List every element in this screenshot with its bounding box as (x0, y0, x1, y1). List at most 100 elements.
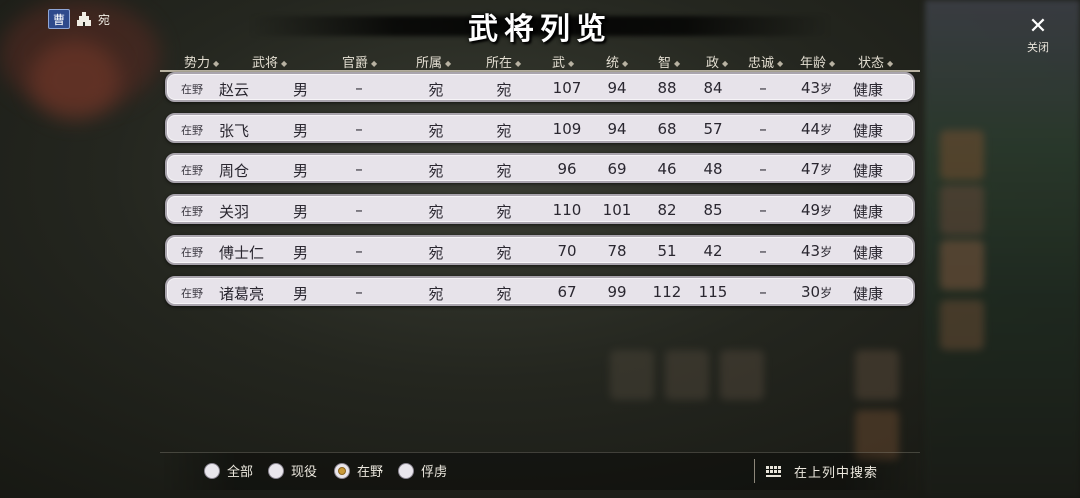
cell-intel: 68 (657, 119, 677, 138)
sort-icon: ◆ (213, 59, 220, 68)
table-header: 势力 ◆ 武将 ◆ 官爵 ◆ 所属 ◆ 所在 ◆ 武 ◆ 统 ◆ 智 ◆ 政 ◆ 忠诚 ◆ 年龄 ◆ 状态 ◆ (160, 50, 920, 72)
filter-option-2[interactable]: 在野 (334, 461, 383, 480)
column-header-force[interactable]: 势力 ◆ (184, 52, 219, 71)
cell-gender: 男 (293, 121, 309, 140)
column-header-rank[interactable]: 官爵 ◆ (342, 52, 377, 71)
cell-belong: 宛 (428, 203, 444, 222)
column-header-belong[interactable]: 所属 ◆ (416, 52, 451, 71)
cell-lead: 99 (607, 282, 627, 301)
officer-table: 势力 ◆ 武将 ◆ 官爵 ◆ 所属 ◆ 所在 ◆ 武 ◆ 统 ◆ 智 ◆ 政 ◆ 忠诚 ◆ 年龄 ◆ 状态 ◆ 在野 赵云男 – 宛… (160, 46, 920, 451)
cell-rank: – (355, 160, 363, 179)
cell-intel: 51 (657, 241, 677, 260)
cell-rank: – (355, 119, 363, 138)
column-header-state[interactable]: 状态 ◆ (858, 52, 893, 71)
bg-portrait (940, 130, 984, 180)
table-row[interactable]: 在野 关羽 男 – 宛 宛 110 101 82 85 – 健康 49岁 (165, 194, 915, 225)
cell-name: 周仓 (219, 162, 250, 181)
radio-icon[interactable] (204, 462, 220, 479)
column-header-name[interactable]: 武将 ◆ (252, 52, 287, 71)
cell-location: 宛 (496, 162, 512, 181)
cell-lead: 94 (607, 79, 627, 97)
filter-label: 在野 (357, 465, 384, 480)
cell-loyalty: – (759, 282, 767, 301)
table-row[interactable]: 在野 赵云 男 – 宛 宛 107 94 88 84 – 健康 43岁 (165, 72, 915, 102)
sort-icon: ◆ (722, 59, 729, 68)
filter-label: 俘虏 (421, 465, 448, 480)
table-row[interactable]: 在野 周仓 男 – 宛 宛 96 69 46 48 – 健康 47岁 (165, 153, 915, 184)
cell-state: 健康 (853, 121, 884, 140)
column-header-loyalty[interactable]: 忠诚 ◆ (748, 52, 783, 71)
cell-intel: 82 (657, 201, 677, 220)
cell-location: 宛 (496, 243, 512, 262)
sort-icon: ◆ (622, 59, 629, 68)
filter-option-3[interactable]: 俘虏 (398, 461, 447, 480)
cell-pol: 42 (703, 241, 723, 260)
close-label: 关闭 (1027, 41, 1049, 54)
filter-bar: 在上列中搜索 全部 现役 在野 俘虏 (160, 452, 920, 490)
column-header-label: 智 (658, 56, 672, 71)
sort-icon: ◆ (515, 59, 522, 68)
cell-war: 70 (557, 241, 577, 260)
table-row[interactable]: 在野 诸葛亮 男 – 宛 宛 67 99 112 115 – 健康 30岁 (165, 275, 915, 306)
bg-portrait (940, 240, 984, 290)
column-header-label: 官爵 (342, 56, 369, 71)
age-value: 43 (801, 241, 821, 260)
cell-name: 张飞 (219, 121, 250, 140)
radio-icon[interactable] (268, 462, 284, 479)
age-unit: 岁 (820, 163, 833, 178)
column-header-pol[interactable]: 政 ◆ (706, 52, 728, 71)
cell-gender: 男 (293, 81, 309, 99)
radio-selected-icon[interactable] (334, 462, 350, 479)
bg-portrait (940, 300, 984, 350)
column-header-lead[interactable]: 统 ◆ (606, 52, 628, 71)
filter-option-0[interactable]: 全部 (204, 461, 253, 480)
cell-location: 宛 (496, 284, 512, 303)
cell-rank: – (355, 282, 363, 301)
cell-gender: 男 (293, 284, 309, 303)
cell-belong: 宛 (428, 284, 444, 303)
radio-dot (338, 466, 346, 475)
cell-age: 47岁 (801, 160, 832, 178)
table-row[interactable]: 在野 张飞 男 – 宛 宛 109 94 68 57 – 健康 44岁 (165, 112, 915, 143)
cell-intel: 112 (652, 282, 682, 301)
filter-option-1[interactable]: 现役 (268, 461, 317, 480)
bg-portrait (940, 185, 984, 235)
radio-icon[interactable] (398, 462, 414, 479)
column-header-war[interactable]: 武 ◆ (552, 52, 574, 71)
sort-icon: ◆ (371, 59, 378, 68)
cell-pol: 57 (703, 119, 723, 138)
column-header-label: 状态 (858, 56, 885, 71)
cell-loyalty: – (759, 119, 767, 138)
cell-war: 107 (552, 79, 582, 97)
age-value: 44 (801, 119, 821, 138)
column-header-label: 势力 (184, 56, 211, 71)
bg-scenery-left-2 (30, 40, 120, 120)
cell-name: 诸葛亮 (219, 284, 265, 303)
cell-state: 健康 (853, 203, 884, 222)
cell-name: 赵云 (219, 81, 250, 99)
filter-label: 全部 (227, 465, 254, 480)
cell-lead: 78 (607, 241, 627, 260)
column-header-intel[interactable]: 智 ◆ (658, 52, 680, 71)
cell-gender: 男 (293, 162, 309, 181)
cell-status: 在野 (181, 83, 203, 96)
age-value: 47 (801, 160, 821, 179)
column-header-age[interactable]: 年龄 ◆ (800, 52, 835, 71)
table-row[interactable]: 在野 傅士仁 男 – 宛 宛 70 78 51 42 – 健康 43岁 (165, 234, 915, 265)
cell-war: 67 (557, 282, 577, 301)
page-title: 武将列览 (468, 12, 612, 47)
age-value: 30 (801, 282, 821, 301)
age-unit: 岁 (820, 122, 833, 137)
cell-pol: 85 (703, 201, 723, 220)
sort-icon: ◆ (445, 59, 452, 68)
cell-location: 宛 (496, 81, 512, 99)
search-in-list-button[interactable]: 在上列中搜索 (766, 462, 878, 481)
column-header-label: 年龄 (800, 56, 827, 71)
cell-belong: 宛 (428, 243, 444, 262)
cell-rank: – (355, 79, 363, 97)
column-header-location[interactable]: 所在 ◆ (486, 52, 521, 71)
cell-belong: 宛 (428, 81, 444, 99)
close-button[interactable]: ✕ 关闭 (1016, 16, 1060, 56)
sort-icon: ◆ (281, 59, 288, 68)
cell-intel: 46 (657, 160, 677, 179)
